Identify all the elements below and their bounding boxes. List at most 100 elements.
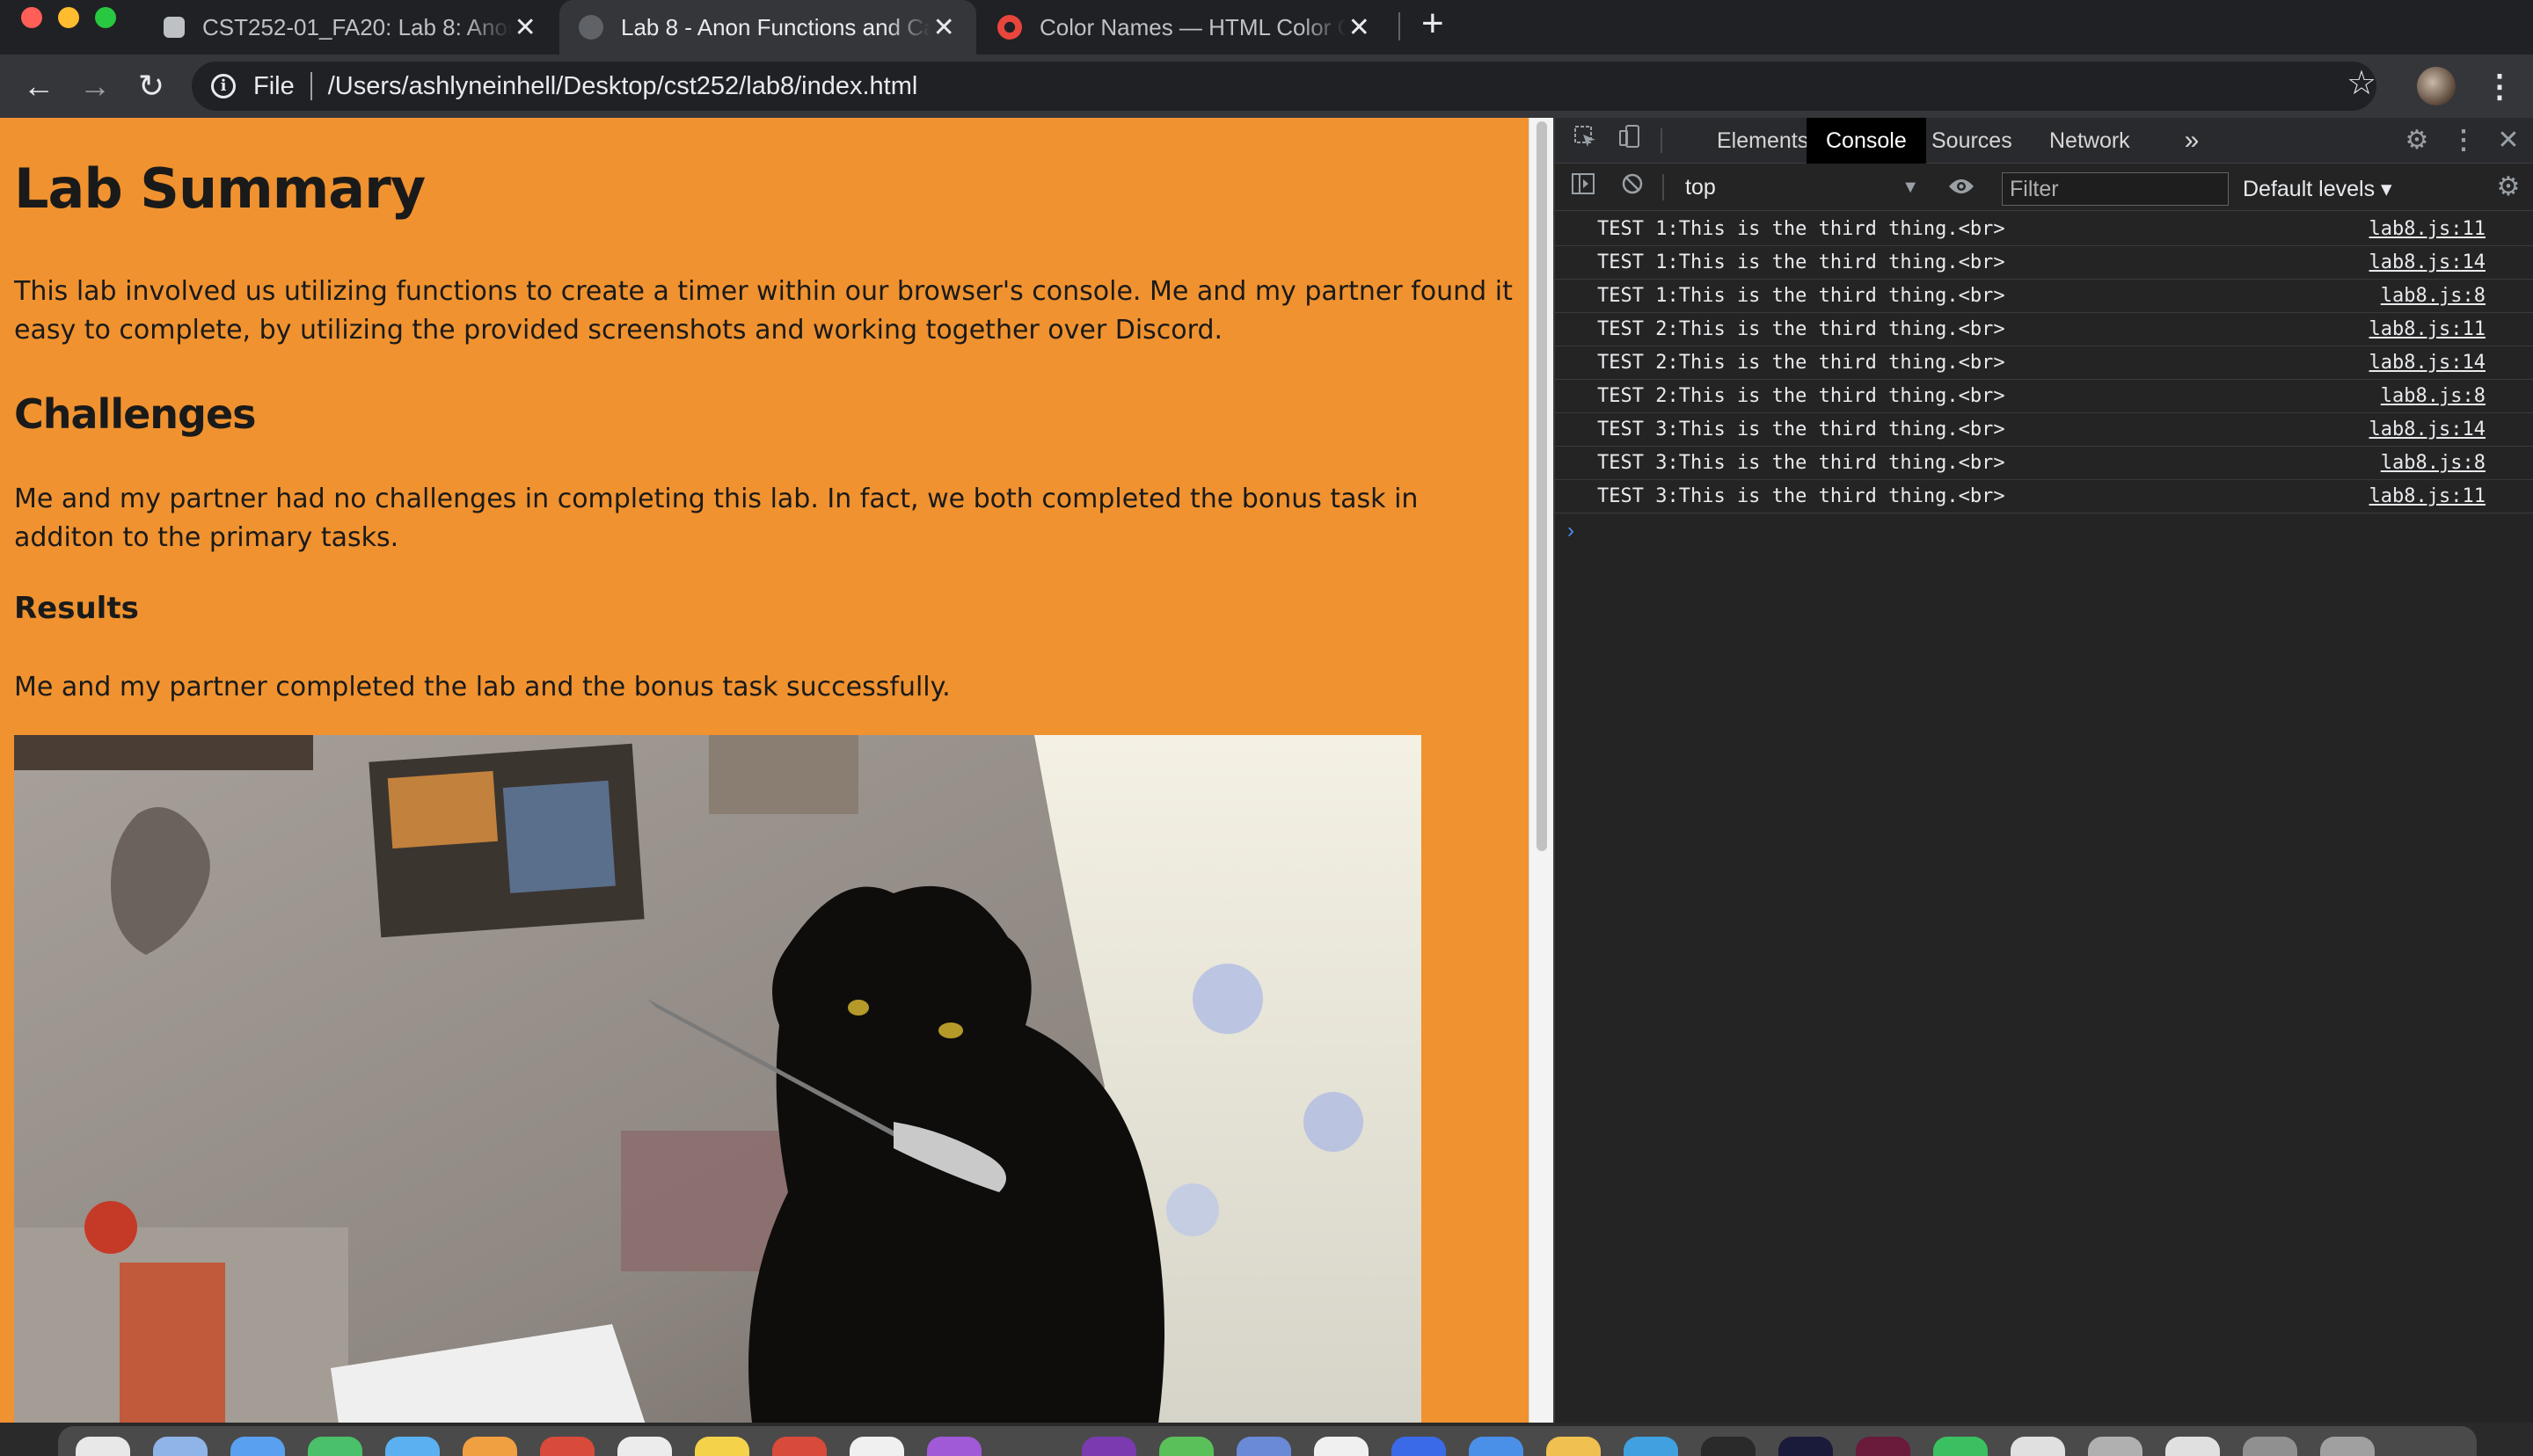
dock-app-icon[interactable]: [1237, 1437, 1291, 1456]
address-bar[interactable]: i File /Users/ashlyneinhell/Desktop/cst2…: [192, 62, 2376, 111]
tab-lab8[interactable]: Lab 8 - Anon Functions and Ca ✕: [559, 0, 976, 55]
dock-app-icon[interactable]: [1701, 1437, 1756, 1456]
dock-app-icon[interactable]: [1082, 1437, 1136, 1456]
close-tab-icon[interactable]: ✕: [512, 12, 538, 43]
dock-app-icon[interactable]: [1314, 1437, 1369, 1456]
console-prompt[interactable]: ›: [1555, 513, 2533, 549]
tab-network[interactable]: Network: [2030, 118, 2150, 164]
page-title: Lab Summary: [14, 157, 426, 221]
tab-strip: CST252-01_FA20: Lab 8: Anon ✕ Lab 8 - An…: [0, 0, 2533, 55]
log-source-link[interactable]: lab8.js:14: [2369, 246, 2486, 280]
dropdown-arrow-icon: ▼: [1902, 178, 1919, 197]
dock-app-icon[interactable]: [385, 1437, 440, 1456]
console-filter-input[interactable]: [2002, 172, 2229, 206]
url-scheme-label: File: [253, 71, 295, 100]
url-text[interactable]: /Users/ashlyneinhell/Desktop/cst252/lab8…: [328, 72, 918, 101]
address-divider: [310, 72, 312, 100]
dock-app-icon[interactable]: [1004, 1437, 1059, 1456]
console-settings-gear-icon[interactable]: ⚙: [2491, 164, 2526, 211]
log-message: TEST 3:This is the third thing.<br>: [1597, 452, 2005, 474]
console-log-row: TEST 1:This is the third thing.<br> lab8.…: [1555, 213, 2533, 246]
page-viewport: Lab Summary This lab involved us utilizi…: [0, 118, 1529, 1423]
dock-app-icon[interactable]: [1778, 1437, 1833, 1456]
forward-button[interactable]: →: [74, 65, 116, 107]
dock-app-icon[interactable]: [308, 1437, 362, 1456]
dock-app-icon[interactable]: [2243, 1437, 2297, 1456]
dock-app-icon[interactable]: [1159, 1437, 1214, 1456]
page-favicon-icon: [579, 15, 603, 40]
tab-console[interactable]: Console: [1807, 118, 1926, 164]
browser-toolbar: ← → ↻ i File /Users/ashlyneinhell/Deskto…: [0, 55, 2533, 118]
log-message: TEST 1:This is the third thing.<br>: [1597, 285, 2005, 307]
dock-app-icon[interactable]: [617, 1437, 672, 1456]
profile-avatar[interactable]: [2417, 67, 2456, 106]
console-output: TEST 1:This is the third thing.<br> lab8.…: [1555, 213, 2533, 549]
info-icon[interactable]: i: [211, 74, 236, 98]
browser-menu-icon[interactable]: ⋮: [2484, 65, 2515, 107]
dock-app-icon[interactable]: [695, 1437, 749, 1456]
log-source-link[interactable]: lab8.js:11: [2369, 213, 2486, 246]
dock-app-icon[interactable]: [2165, 1437, 2220, 1456]
page-scrollbar[interactable]: [1529, 118, 1553, 1423]
log-source-link[interactable]: lab8.js:8: [2381, 380, 2486, 413]
log-message: TEST 1:This is the third thing.<br>: [1597, 251, 2005, 273]
dock-app-icon[interactable]: [153, 1437, 208, 1456]
devtools-menu-icon[interactable]: ⋮: [2450, 118, 2477, 164]
close-window-button[interactable]: [21, 7, 42, 28]
dock-app-icon[interactable]: [1546, 1437, 1601, 1456]
tab-color-names[interactable]: Color Names — HTML Color Co ✕: [978, 0, 1391, 55]
dock-app-icon[interactable]: [850, 1437, 904, 1456]
back-button[interactable]: ←: [18, 65, 60, 107]
dock-app-icon[interactable]: [230, 1437, 285, 1456]
console-log-row: TEST 3:This is the third thing.<br> lab8.…: [1555, 480, 2533, 513]
log-source-link[interactable]: lab8.js:14: [2369, 413, 2486, 447]
inspect-element-icon[interactable]: [1567, 118, 1602, 164]
dock-app-icon[interactable]: [2088, 1437, 2142, 1456]
tab-title: Color Names — HTML Color Co: [1040, 13, 1347, 40]
dock-app-icon[interactable]: [540, 1437, 595, 1456]
console-log-row: TEST 2:This is the third thing.<br> lab8.…: [1555, 313, 2533, 346]
dock-app-icon[interactable]: [1856, 1437, 1910, 1456]
cat-photo-illustration: [14, 735, 1421, 1423]
log-levels-dropdown[interactable]: Default levels ▾: [2243, 172, 2392, 206]
close-tab-icon[interactable]: ✕: [931, 12, 957, 43]
clear-console-icon[interactable]: [1617, 164, 1648, 211]
settings-gear-icon[interactable]: ⚙: [2399, 118, 2434, 164]
reload-button[interactable]: ↻: [130, 65, 172, 107]
sidebar-toggle-icon[interactable]: [1567, 164, 1599, 211]
color-site-favicon-icon: [997, 15, 1022, 40]
log-source-link[interactable]: lab8.js:14: [2369, 346, 2486, 380]
macos-dock-area: [0, 1423, 2533, 1456]
dock-app-icon[interactable]: [2320, 1437, 2375, 1456]
dock-app-icon[interactable]: [76, 1437, 130, 1456]
context-selector[interactable]: top ▼: [1675, 171, 1930, 204]
more-tabs-icon[interactable]: »: [2176, 118, 2208, 164]
tab-divider: [1398, 12, 1400, 40]
close-tab-icon[interactable]: ✕: [1347, 12, 1372, 43]
scrollbar-thumb[interactable]: [1537, 121, 1547, 851]
dock-app-icon[interactable]: [772, 1437, 827, 1456]
dock-app-icon[interactable]: [1933, 1437, 1988, 1456]
zoom-window-button[interactable]: [95, 7, 116, 28]
tab-title: CST252-01_FA20: Lab 8: Anon: [202, 13, 513, 40]
dock-app-icon[interactable]: [1469, 1437, 1523, 1456]
bookmark-star-icon[interactable]: ☆: [2347, 63, 2376, 103]
dock-app-icon[interactable]: [2011, 1437, 2065, 1456]
new-tab-button[interactable]: +: [1421, 4, 1444, 44]
log-source-link[interactable]: lab8.js:8: [2381, 280, 2486, 313]
log-source-link[interactable]: lab8.js:8: [2381, 447, 2486, 480]
dock-app-icon[interactable]: [927, 1437, 982, 1456]
live-expression-eye-icon[interactable]: [1942, 164, 1981, 211]
tab-sources[interactable]: Sources: [1912, 118, 2032, 164]
close-devtools-icon[interactable]: ✕: [2493, 118, 2524, 164]
dock-app-icon[interactable]: [463, 1437, 517, 1456]
log-source-link[interactable]: lab8.js:11: [2369, 480, 2486, 513]
results-paragraph: Me and my partner completed the lab and …: [14, 672, 951, 703]
dock-app-icon[interactable]: [1391, 1437, 1446, 1456]
device-toolbar-icon[interactable]: [1613, 118, 1648, 164]
minimize-window-button[interactable]: [58, 7, 79, 28]
log-message: TEST 3:This is the third thing.<br>: [1597, 485, 2005, 507]
log-source-link[interactable]: lab8.js:11: [2369, 313, 2486, 346]
tab-canvas[interactable]: CST252-01_FA20: Lab 8: Anon ✕: [144, 0, 558, 55]
dock-app-icon[interactable]: [1624, 1437, 1678, 1456]
